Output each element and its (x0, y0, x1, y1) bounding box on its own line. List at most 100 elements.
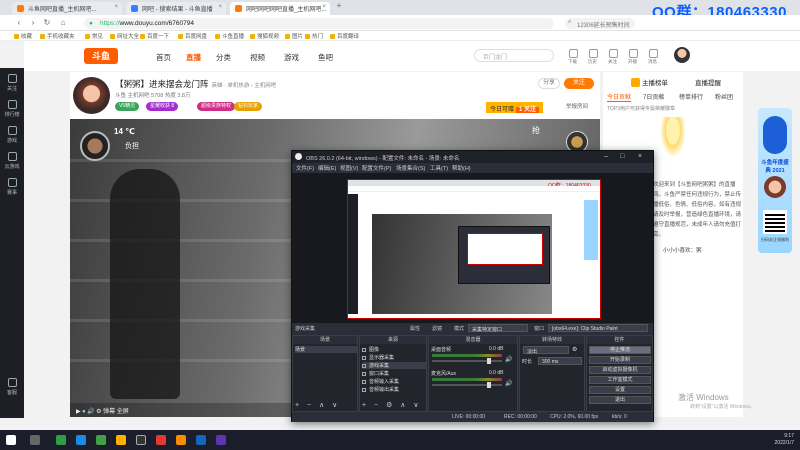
tab-week[interactable]: 7日贡献 (643, 92, 664, 101)
source-item-selected[interactable]: 游戏采集 (362, 362, 426, 369)
duration-input[interactable]: 300 ms (538, 357, 582, 365)
menu-scene-collection[interactable]: 场景集合(S) (396, 164, 425, 172)
sidebar-item-rank[interactable]: 排行榜 (0, 100, 24, 118)
source-item[interactable]: 窗口采集 (362, 370, 389, 377)
site-search-input[interactable]: 巨门龙门 (474, 49, 554, 62)
category-tag[interactable]: 英雄 · 单机热游 › 主机网吧 (212, 83, 277, 89)
forward-icon[interactable]: › (28, 18, 38, 28)
bookmark-item[interactable]: 斗鱼直播 (215, 32, 244, 40)
star-badge[interactable]: 星耀收获 8 (146, 102, 179, 111)
slider-handle[interactable] (487, 382, 491, 388)
nav-video[interactable]: 视频 (250, 52, 265, 63)
menu-profile[interactable]: 配置文件(P) (362, 164, 391, 172)
filters-button[interactable]: 滤镜 (432, 325, 442, 332)
obs-preview-canvas[interactable]: QQ群：180463330 (347, 179, 601, 319)
ad-banner[interactable]: 斗鱼年度盛典 2021 扫码关注领福利 (758, 108, 792, 253)
bookmark-item[interactable]: 常见 (85, 32, 103, 40)
notice-header[interactable]: 直播提醒 (695, 77, 721, 87)
nav-yuba[interactable]: 鱼吧 (318, 52, 333, 63)
menu-help[interactable]: 帮助(H) (452, 164, 471, 172)
back-icon[interactable]: ‹ (14, 18, 24, 28)
app-icon[interactable] (176, 435, 186, 445)
minimize-icon[interactable]: – (604, 153, 608, 160)
url-input[interactable]: ● https://www.douyu.com/6760794 (84, 18, 554, 29)
tab-ranking[interactable]: 榜单排行 (679, 92, 703, 101)
source-item[interactable]: 音频输入采集 (362, 378, 399, 385)
message-icon[interactable] (649, 49, 658, 58)
bookmark-item[interactable]: 图片 (285, 32, 303, 40)
system-tray-clock[interactable]: 9:17 2022/1/7 (775, 433, 794, 447)
streamer-avatar[interactable] (73, 77, 110, 114)
mode-select[interactable]: 采集特定窗口 (468, 324, 528, 333)
browser-icon[interactable] (96, 435, 106, 445)
bookmark-item[interactable]: 百度一下 (140, 32, 169, 40)
app-icon[interactable] (156, 435, 166, 445)
steam-icon[interactable] (196, 435, 206, 445)
nav-category[interactable]: 分类 (216, 52, 231, 63)
rank-header[interactable]: 主播榜单 (631, 77, 668, 87)
search-icon[interactable] (30, 435, 40, 445)
app-icon[interactable] (76, 435, 86, 445)
settings-button[interactable]: 设置 (589, 386, 651, 394)
mic-icon[interactable]: 🔊 (505, 380, 512, 387)
tab-fans[interactable]: 粉丝团 (715, 92, 733, 101)
close-icon[interactable]: × (114, 4, 118, 10)
sidebar-item-follow[interactable]: 关注 (0, 74, 24, 92)
tab-1[interactable]: 斗鱼网吧直播_主机网吧... × (12, 2, 122, 15)
follow-icon[interactable] (609, 49, 618, 58)
windows-start-icon[interactable] (6, 435, 16, 445)
rank-box[interactable]: 今日可赠 1 关注 (486, 102, 544, 113)
history-icon[interactable] (589, 49, 598, 58)
source-item[interactable]: 音频输出采集 (362, 386, 399, 393)
bookmark-item[interactable]: 网址大全 (110, 32, 139, 40)
gear-icon[interactable]: ⚙ (572, 346, 577, 353)
bookmark-item[interactable]: 收藏 (14, 32, 32, 40)
tab-today[interactable]: 今日贡献 (607, 92, 632, 102)
refresh-icon[interactable]: ↻ (42, 18, 52, 28)
studio-mode-button[interactable]: 工作室模式 (589, 376, 651, 384)
bookmark-item[interactable]: 百度翻译 (330, 32, 359, 40)
volume-slider[interactable] (432, 358, 502, 364)
sidebar-item-game[interactable]: 游戏 (0, 126, 24, 144)
volume-slider[interactable] (432, 382, 502, 388)
menu-file[interactable]: 文件(F) (296, 164, 314, 172)
source-item[interactable]: 图像 (362, 346, 379, 353)
tab-3-active[interactable]: 网吧网吧网吧直播_主机网吧... × (230, 2, 330, 15)
report-link[interactable]: 举报房间 (566, 102, 588, 110)
sidebar-item-match[interactable]: 赛事 (0, 178, 24, 196)
menu-view[interactable]: 视图(V) (340, 164, 358, 172)
bookmark-item[interactable]: 搜狐视频 (250, 32, 279, 40)
new-tab-button[interactable]: + (334, 1, 344, 11)
bookmark-item[interactable]: 热门 (305, 32, 323, 40)
share-button[interactable]: 分享 (538, 78, 560, 89)
scene-dock-buttons[interactable]: + − ∧ ∨ (295, 401, 340, 409)
obs-icon[interactable] (136, 435, 146, 445)
home-icon[interactable]: ⌂ (58, 18, 68, 28)
douyu-logo[interactable]: 斗鱼 (84, 48, 118, 64)
bookmark-item[interactable]: 手机收藏夹 (40, 32, 75, 40)
tab-2[interactable]: 网吧 - 搜索结果 - 斗鱼直播 × (126, 2, 226, 15)
slider-handle[interactable] (487, 358, 491, 364)
maximize-icon[interactable]: □ (620, 153, 624, 160)
start-recording-button[interactable]: 开始录制 (589, 356, 651, 364)
bookmark-item[interactable]: 百度网盘 (178, 32, 207, 40)
omni-search-input[interactable]: ⌕ 12306延长预售时间 (565, 18, 635, 29)
app-icon[interactable] (56, 435, 66, 445)
transition-select[interactable]: 淡出 (523, 346, 569, 355)
close-icon[interactable]: × (638, 153, 642, 160)
exit-button[interactable]: 退出 (589, 396, 651, 404)
close-icon[interactable]: × (322, 4, 326, 10)
noble-badge[interactable]: 超级贵族特权 (197, 102, 236, 111)
source-dock-buttons[interactable]: + − ⚙ ∧ ∨ (362, 401, 421, 409)
menu-edit[interactable]: 编辑(E) (318, 164, 336, 172)
sidebar-item-cloud[interactable]: 云游戏 (0, 152, 24, 170)
download-icon[interactable] (569, 49, 578, 58)
stop-streaming-button[interactable]: 停止推流 (589, 346, 651, 354)
window-select[interactable]: [obs64.exe]: Clip Studio Paint (548, 324, 648, 332)
nav-game[interactable]: 游戏 (284, 52, 299, 63)
nav-home[interactable]: 首页 (156, 52, 171, 63)
app-icon[interactable] (216, 435, 226, 445)
sidebar-item-service[interactable]: 客服 (0, 378, 24, 396)
app-icon[interactable] (116, 435, 126, 445)
user-avatar[interactable] (674, 47, 690, 63)
